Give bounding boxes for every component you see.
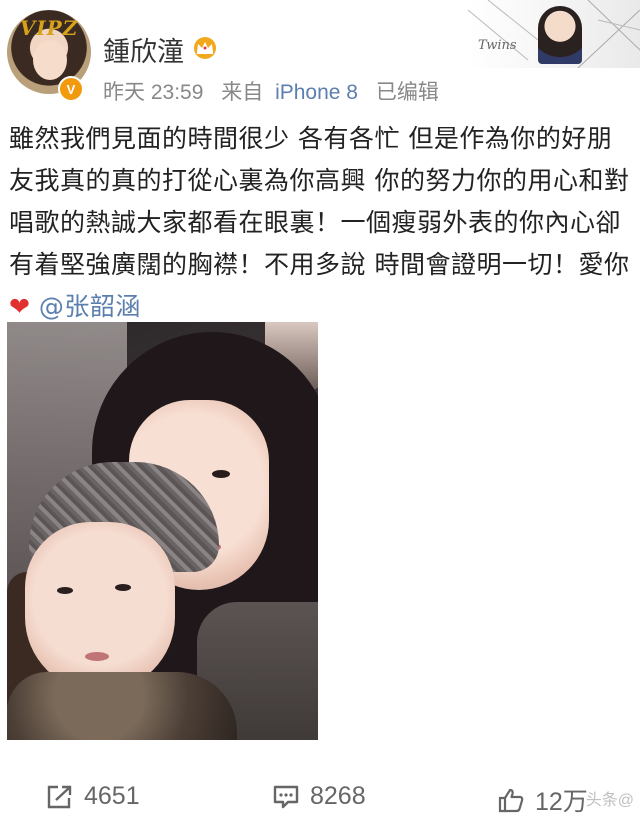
share-button[interactable]: 4651	[46, 782, 140, 811]
comment-icon	[273, 785, 299, 808]
avatar-face	[33, 40, 67, 80]
verified-icon: V	[58, 76, 84, 102]
mention-link[interactable]: @张韶涵	[39, 292, 141, 321]
post-source-label: 来自	[221, 81, 264, 104]
photo-eye	[57, 587, 73, 594]
share-icon	[47, 785, 72, 808]
comment-button[interactable]: 8268	[272, 782, 366, 811]
thumbs-up-icon	[498, 788, 524, 813]
watermark: 头条@	[585, 792, 634, 809]
profile-cover[interactable]: Twins	[468, 0, 640, 68]
photo-fur-collar	[7, 672, 237, 740]
post-text: 雖然我們見面的時間很少 各有各忙 但是作為你的好朋友我真的真的打從心裏為你高興 …	[9, 118, 631, 328]
post-time: 昨天 23:59	[103, 81, 204, 104]
crown-icon	[194, 37, 216, 59]
cover-twins-text: Twins	[478, 38, 517, 53]
photo-eye	[115, 584, 131, 591]
weibo-post: VIPZ V 鍾欣潼 昨天 23:59 来自 iPhone 8 已编辑 Twin…	[0, 0, 640, 819]
post-photo[interactable]	[7, 322, 318, 740]
cover-portrait	[538, 6, 582, 64]
author-name[interactable]: 鍾欣潼	[103, 30, 184, 69]
post-edited[interactable]: 已编辑	[376, 81, 439, 104]
share-count: 4651	[84, 782, 140, 810]
avatar-vip-text: VIPZ	[19, 16, 79, 40]
post-meta: 昨天 23:59 来自 iPhone 8 已编辑	[103, 76, 451, 106]
like-button[interactable]: 12万	[497, 782, 588, 818]
photo-eye	[212, 470, 230, 478]
comment-count: 8268	[310, 782, 366, 810]
post-body: 雖然我們見面的時間很少 各有各忙 但是作為你的好朋友我真的真的打從心裏為你高興 …	[9, 124, 630, 279]
photo-face-left	[25, 522, 175, 692]
heart-icon: ❤	[9, 292, 31, 321]
action-bar: 4651 8268 12万 头条@	[0, 770, 640, 819]
photo-lips	[85, 652, 109, 661]
like-count: 12万	[535, 788, 588, 816]
post-device[interactable]: iPhone 8	[275, 81, 358, 104]
